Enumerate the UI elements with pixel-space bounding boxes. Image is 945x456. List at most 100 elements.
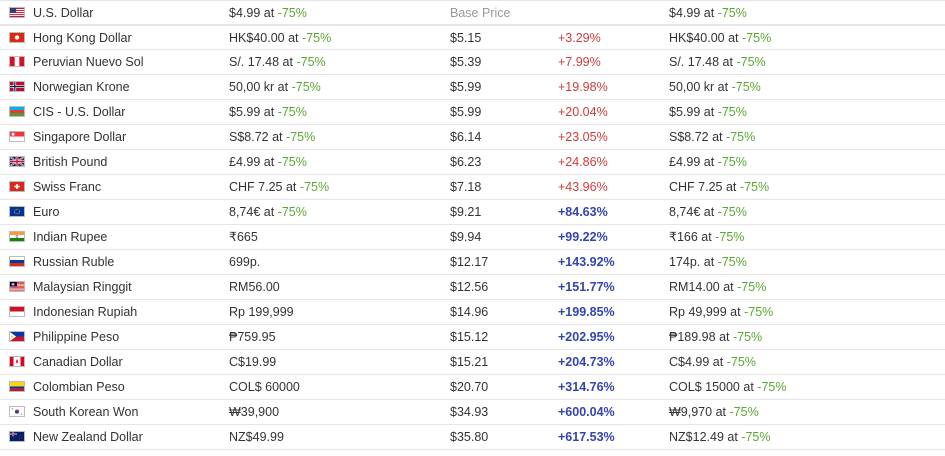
final-price: $4.99 at -75%: [669, 6, 747, 20]
local-price: £4.99 at -75%: [229, 155, 307, 169]
price-difference: +84.63%: [558, 205, 608, 219]
final-price: 50,00 kr at -75%: [669, 80, 761, 94]
ru-flag-icon: [9, 256, 25, 267]
currency-name: Canadian Dollar: [33, 355, 123, 369]
local-price: COL$ 60000: [229, 380, 300, 394]
table-row: Peruvian Nuevo Sol S/. 17.48 at -75% $5.39…: [0, 50, 945, 75]
currency-name: Colombian Peso: [33, 380, 125, 394]
price-difference: +7.99%: [558, 55, 601, 69]
final-price: 8,74€ at -75%: [669, 205, 747, 219]
price-difference: +23.05%: [558, 130, 608, 144]
price-difference: +43.96%: [558, 180, 608, 194]
table-row: Euro 8,74€ at -75% $9.21 +84.63% 8,74€ at -7…: [0, 200, 945, 225]
table-row: Norwegian Krone 50,00 kr at -75% $5.99 +19.…: [0, 75, 945, 100]
currency-name: U.S. Dollar: [33, 6, 94, 20]
base-price: $35.80: [450, 430, 489, 444]
currency-name: Malaysian Ringgit: [33, 280, 132, 294]
my-flag-icon: [9, 281, 25, 292]
no-flag-icon: [9, 81, 25, 92]
price-difference: +20.04%: [558, 105, 608, 119]
table-row: Canadian Dollar C$19.99 $15.21 +204.73% C$4.…: [0, 350, 945, 375]
kr-flag-icon: [9, 406, 25, 417]
local-price: RM56.00: [229, 280, 280, 294]
local-price: S/. 17.48 at -75%: [229, 55, 326, 69]
base-price: $12.56: [450, 280, 489, 294]
ca-flag-icon: [9, 356, 25, 367]
base-price: $5.99: [450, 105, 482, 119]
table-row: Swiss Franc CHF 7.25 at -75% $7.18 +43.96% C…: [0, 175, 945, 200]
currency-name: Indian Rupee: [33, 230, 108, 244]
currency-name: Swiss Franc: [33, 180, 102, 194]
base-price: $20.70: [450, 380, 489, 394]
local-price: S$8.72 at -75%: [229, 130, 316, 144]
price-comparison-table: U.S. Dollar $4.99 at -75% Base Price $4.…: [0, 0, 945, 450]
table-row: Russian Ruble 699p. $12.17 +143.92% 174p. at…: [0, 250, 945, 275]
final-price: NZ$12.49 at -75%: [669, 430, 771, 444]
az-flag-icon: [9, 106, 25, 117]
price-difference: +19.98%: [558, 80, 608, 94]
currency-name: Indonesian Rupiah: [33, 305, 138, 319]
id-flag-icon: [9, 306, 25, 317]
local-price: 50,00 kr at -75%: [229, 80, 321, 94]
hk-flag-icon: [9, 32, 25, 43]
price-difference: +617.53%: [558, 430, 615, 444]
local-price: Rp 199,999: [229, 305, 294, 319]
table-row: South Korean Won ₩39,900 $34.93 +600.04% ₩9,…: [0, 400, 945, 425]
currency-name: Hong Kong Dollar: [33, 31, 132, 45]
currency-name: New Zealand Dollar: [33, 430, 143, 444]
ch-flag-icon: [9, 181, 25, 192]
table-row: Indonesian Rupiah Rp 199,999 $14.96 +199.85…: [0, 300, 945, 325]
final-price: RM14.00 at -75%: [669, 280, 767, 294]
local-price: ₹665: [229, 230, 258, 244]
price-difference: +3.29%: [558, 31, 601, 45]
base-price: $9.21: [450, 205, 482, 219]
currency-name: Singapore Dollar: [33, 130, 127, 144]
table-row: Philippine Peso ₱759.95 $15.12 +202.95% ₱189…: [0, 325, 945, 350]
base-price: $5.99: [450, 80, 482, 94]
price-difference: +99.22%: [558, 230, 608, 244]
final-price: S/. 17.48 at -75%: [669, 55, 766, 69]
currency-name: CIS - U.S. Dollar: [33, 105, 126, 119]
price-difference: +24.86%: [558, 155, 608, 169]
us-flag-icon: [9, 7, 25, 18]
co-flag-icon: [9, 381, 25, 392]
local-price: ₱759.95: [229, 330, 276, 344]
base-price: $15.21: [450, 355, 489, 369]
local-price: 699p.: [229, 255, 261, 269]
local-price: NZ$49.99: [229, 430, 284, 444]
table-row: Malaysian Ringgit RM56.00 $12.56 +151.77% RM…: [0, 275, 945, 300]
price-difference: +600.04%: [558, 405, 615, 419]
table-row: Indian Rupee ₹665 $9.94 +99.22% ₹166 at -75%: [0, 225, 945, 250]
base-price: $12.17: [450, 255, 489, 269]
table-row: New Zealand Dollar NZ$49.99 $35.80 +617.53%…: [0, 425, 945, 450]
price-difference: +202.95%: [558, 330, 615, 344]
final-price: ₩9,970 at -75%: [669, 405, 759, 419]
base-price: $15.12: [450, 330, 489, 344]
base-price: $7.18: [450, 180, 482, 194]
price-difference: +151.77%: [558, 280, 615, 294]
table-row: CIS - U.S. Dollar $5.99 at -75% $5.99 +20.0…: [0, 100, 945, 125]
table-row-base: U.S. Dollar $4.99 at -75% Base Price $4.…: [0, 0, 945, 25]
price-difference: +314.76%: [558, 380, 615, 394]
table-row: British Pound £4.99 at -75% $6.23 +24.86% £4…: [0, 150, 945, 175]
table-row: Singapore Dollar S$8.72 at -75% $6.14 +23.0…: [0, 125, 945, 150]
currency-name: British Pound: [33, 155, 108, 169]
final-price: $5.99 at -75%: [669, 105, 747, 119]
final-price: 174p. at -75%: [669, 255, 747, 269]
base-price: $5.15: [450, 31, 482, 45]
currency-name: Philippine Peso: [33, 330, 120, 344]
base-price: $6.14: [450, 130, 482, 144]
final-price: S$8.72 at -75%: [669, 130, 756, 144]
gb-flag-icon: [9, 156, 25, 167]
final-price: £4.99 at -75%: [669, 155, 747, 169]
nz-flag-icon: [9, 431, 25, 442]
pe-flag-icon: [9, 56, 25, 67]
final-price: COL$ 15000 at -75%: [669, 380, 787, 394]
base-price: $5.39: [450, 55, 482, 69]
price-difference: +204.73%: [558, 355, 615, 369]
currency-name: Norwegian Krone: [33, 80, 130, 94]
local-price: CHF 7.25 at -75%: [229, 180, 330, 194]
final-price: HK$40.00 at -75%: [669, 31, 772, 45]
final-price: ₱189.98 at -75%: [669, 330, 763, 344]
base-price: $6.23: [450, 155, 482, 169]
